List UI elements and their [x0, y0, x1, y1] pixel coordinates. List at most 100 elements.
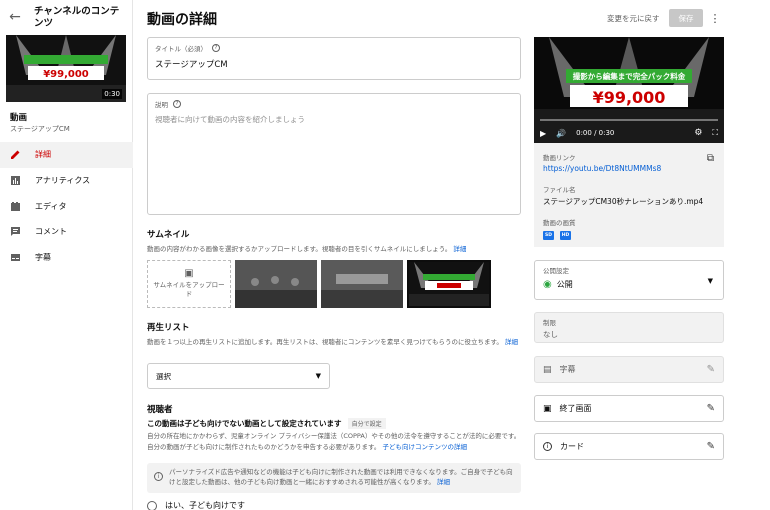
thumbnail-desc: 動画の内容がわかる画像を選択するかアップロードします。視聴者の目を引くサムネイル…	[147, 245, 452, 253]
thumbnail-section-title: サムネイル	[147, 230, 190, 240]
playlist-section-title: 再生リスト	[147, 323, 190, 333]
visibility-label: 公開設定	[543, 267, 569, 275]
title-input[interactable]: ステージアップCM	[155, 58, 513, 70]
playlist-detail-link[interactable]: 詳細	[505, 338, 518, 346]
radio-label: はい、子ども向けです	[165, 501, 245, 510]
video-label: 動画	[10, 113, 28, 123]
end-screen-row[interactable]: ▣ 終了画面 ✎	[534, 395, 724, 422]
video-player[interactable]: 撮影から編集まで完全パック料金 ¥99,000 ▶ 🔊 0:00 / 0:30 …	[534, 37, 724, 143]
audience-status: この動画は子ども向けでない動画として設定されています	[147, 419, 342, 428]
video-thumbnail[interactable]: ¥99,000 0:30	[6, 35, 126, 102]
file-name: ステージアップCM30秒ナレーションあり.mp4	[543, 197, 704, 206]
edit-pencil-icon[interactable]: ✎	[707, 441, 715, 452]
nav-item-details[interactable]: 詳細	[0, 142, 133, 168]
help-icon[interactable]: ?	[212, 44, 220, 52]
sidebar-title: チャンネルのコンテンツ	[34, 6, 120, 29]
audience-status-badge: 自分で設定	[347, 418, 386, 429]
hd-badge: HD	[560, 231, 571, 240]
thumbnail-option-3-selected[interactable]	[407, 260, 491, 308]
edit-pencil-icon[interactable]: ✎	[707, 403, 715, 414]
kids-content-link[interactable]: 子ども向けコンテンツの詳細	[382, 443, 467, 451]
quality-badges: SD HD	[543, 231, 724, 240]
radio-made-for-kids[interactable]: はい、子ども向けです	[147, 500, 245, 510]
edit-pencil-icon[interactable]: ✎	[707, 364, 715, 375]
info-card-icon: i	[543, 442, 552, 451]
settings-gear-icon[interactable]: ⚙	[694, 128, 702, 138]
sidebar-header: ← チャンネルのコンテンツ	[0, 0, 132, 34]
editor-icon	[10, 201, 21, 212]
radio-button[interactable]	[147, 500, 157, 510]
cards-label: カード	[560, 442, 584, 451]
description-input[interactable]: 視聴者に向けて動画の内容を紹介しましょう	[155, 114, 513, 125]
description-field-label: 説明	[155, 101, 168, 109]
duration-badge: 0:30	[102, 89, 122, 99]
play-icon[interactable]: ▶	[540, 129, 546, 138]
sidebar: ← チャンネルのコンテンツ ¥99,000 0:30 動画 ステージアップCM …	[0, 0, 133, 510]
analytics-icon	[10, 175, 21, 186]
video-link[interactable]: https://youtu.be/Dt8NtUMMMs8	[543, 164, 724, 173]
copy-icon[interactable]: ⧉	[707, 153, 714, 164]
title-field-label: タイトル（必須）	[155, 45, 207, 53]
nav-item-subtitles[interactable]: 字幕	[0, 245, 133, 271]
visibility-select[interactable]: 公開設定 ◉ 公開 ▼	[534, 260, 724, 300]
more-options-icon[interactable]: ⋮	[710, 9, 721, 27]
volume-icon[interactable]: 🔊	[556, 129, 566, 138]
cards-row[interactable]: i カード ✎	[534, 433, 724, 460]
price-text: ¥99,000	[593, 88, 666, 107]
upload-thumbnail-button[interactable]: ▣ サムネイルをアップロード	[147, 260, 231, 308]
restrictions-label: 制限	[543, 319, 556, 327]
upload-label: サムネイルをアップロード	[153, 281, 225, 298]
sidebar-nav: 詳細 アナリティクス エディタ コメント 字幕	[0, 142, 133, 270]
thumbnail-detail-link[interactable]: 詳細	[453, 245, 466, 253]
audience-info-link[interactable]: 詳細	[437, 478, 450, 486]
subtitles-icon	[10, 252, 21, 263]
audience-section-title: 視聴者	[147, 405, 173, 415]
pencil-icon	[10, 149, 21, 160]
subtitles-label: 字幕	[559, 365, 576, 374]
audience-info-box: i パーソナライズド広告や通知などの機能は子ども向けに制作された動画では利用でき…	[147, 463, 521, 493]
title-field[interactable]: タイトル（必須） ? ステージアップCM	[147, 37, 521, 80]
nav-label: 字幕	[35, 253, 51, 263]
nav-item-analytics[interactable]: アナリティクス	[0, 168, 133, 194]
comment-icon	[10, 226, 21, 237]
progress-bar[interactable]	[540, 119, 718, 121]
playlist-select-value: 選択	[156, 371, 171, 381]
sd-badge: SD	[543, 231, 554, 240]
save-button[interactable]: 保存	[669, 9, 703, 27]
description-field[interactable]: 説明 ? 視聴者に向けて動画の内容を紹介しましょう	[147, 93, 521, 215]
main-content: 動画の詳細 変更を元に戻す 保存 ⋮ タイトル（必須） ? ステージアップCM …	[133, 0, 770, 510]
thumbnail-option-1[interactable]	[235, 260, 317, 308]
visibility-value: 公開	[556, 280, 573, 289]
nav-item-editor[interactable]: エディタ	[0, 193, 133, 219]
video-preview-card: 撮影から編集まで完全パック料金 ¥99,000 ▶ 🔊 0:00 / 0:30 …	[534, 37, 724, 247]
add-photo-icon: ▣	[184, 268, 194, 279]
playlist-select[interactable]: 選択 ▼	[147, 363, 330, 389]
thumbnail-option-2[interactable]	[321, 260, 403, 308]
time-display: 0:00 / 0:30	[576, 129, 615, 137]
info-icon: i	[154, 472, 163, 481]
nav-label: コメント	[35, 227, 67, 237]
audience-info-text: パーソナライズド広告や通知などの機能は子ども向けに制作された動画では利用できなく…	[169, 468, 513, 486]
banner-text: 撮影から編集まで完全パック料金	[573, 71, 686, 81]
revert-button[interactable]: 変更を元に戻す	[607, 13, 660, 24]
nav-item-comments[interactable]: コメント	[0, 219, 133, 245]
restrictions-box: 制限 なし	[534, 312, 724, 343]
help-icon[interactable]: ?	[173, 100, 181, 108]
playlist-desc: 動画を１つ以上の再生リストに追加します。再生リストは、視聴者にコンテンツを素早く…	[147, 338, 503, 346]
subtitles-icon: ▤	[543, 364, 552, 375]
nav-label: エディタ	[35, 201, 67, 211]
eye-icon: ◉	[543, 279, 552, 290]
video-quality-label: 動画の画質	[543, 219, 576, 227]
fullscreen-icon[interactable]: ⛶	[712, 128, 718, 138]
page-title: 動画の詳細	[147, 12, 217, 28]
back-arrow-icon[interactable]: ←	[6, 8, 24, 26]
video-subtitle: ステージアップCM	[10, 125, 70, 133]
restrictions-value: なし	[543, 330, 558, 339]
nav-label: アナリティクス	[35, 176, 91, 186]
end-screen-icon: ▣	[543, 403, 552, 414]
subtitles-row[interactable]: ▤ 字幕 ✎	[534, 356, 724, 383]
nav-label: 詳細	[35, 150, 51, 160]
dropdown-arrow-icon: ▼	[707, 277, 713, 285]
dropdown-arrow-icon: ▼	[315, 372, 321, 380]
file-name-label: ファイル名	[543, 186, 576, 194]
